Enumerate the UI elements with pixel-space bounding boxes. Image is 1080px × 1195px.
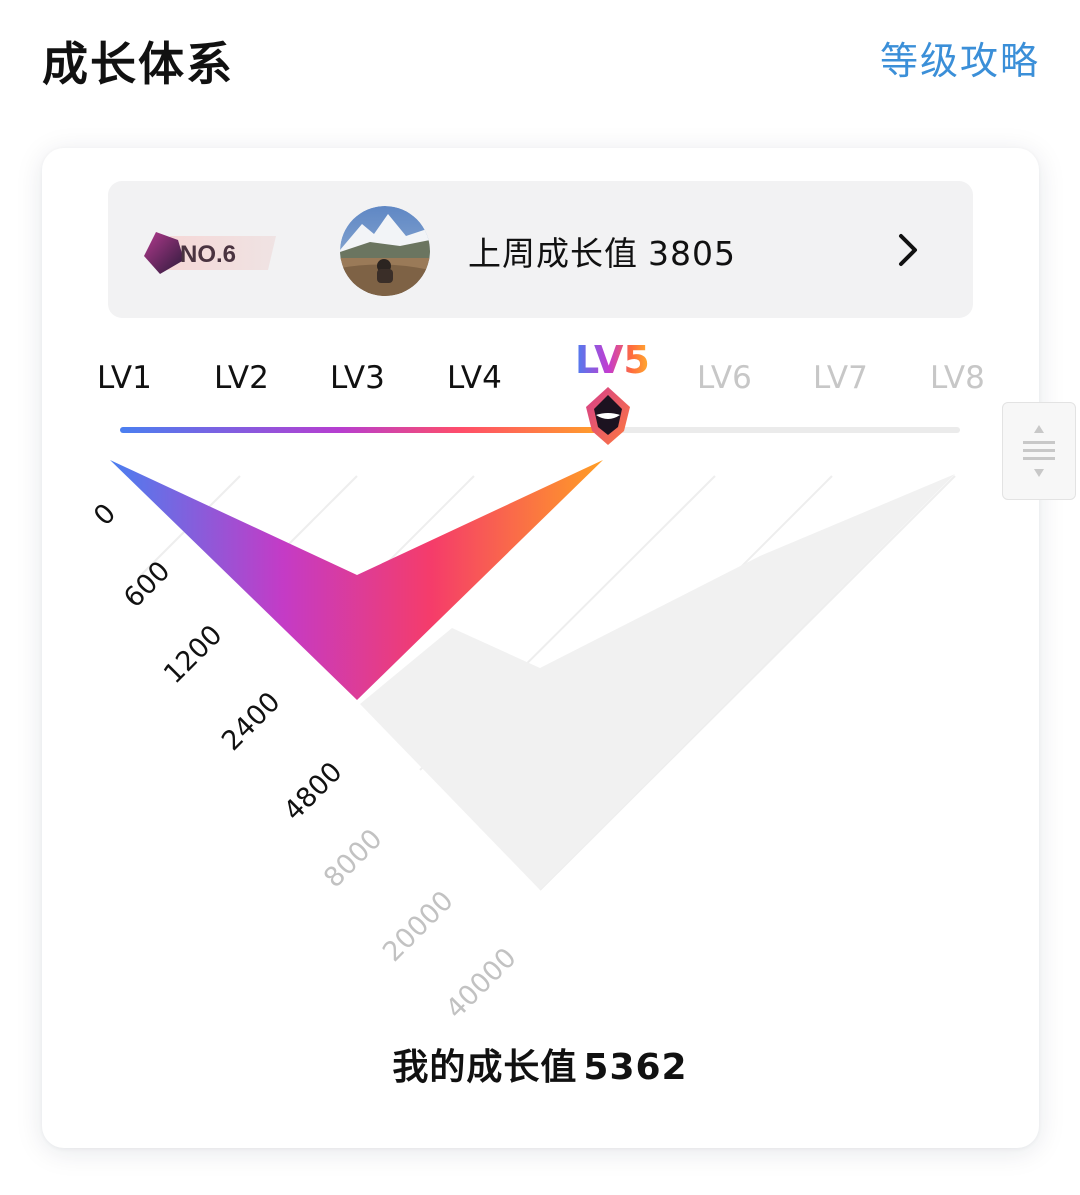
my-growth-value-text: 我的成长值 5362 bbox=[0, 1038, 1080, 1090]
scroll-handle[interactable] bbox=[1002, 402, 1076, 500]
growth-level-chart bbox=[110, 460, 956, 891]
my-growth-label: 我的成长值 bbox=[392, 1047, 578, 1088]
current-level-marker-icon bbox=[586, 387, 630, 445]
drag-handle-icon bbox=[1023, 425, 1055, 477]
my-growth-value: 5362 bbox=[583, 1047, 688, 1088]
